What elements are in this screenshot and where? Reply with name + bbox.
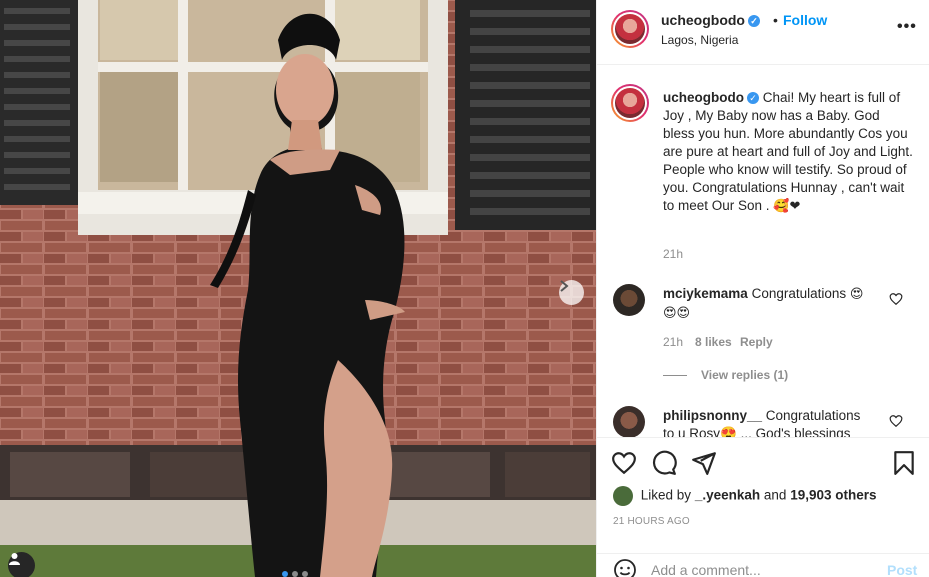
post-comment-button[interactable]: Post [887, 562, 917, 577]
comment-time[interactable]: 21h [663, 335, 683, 349]
post-actions: Liked by _.yeenkah and 19,903 others 21 … [597, 437, 929, 577]
author-avatar[interactable] [611, 10, 649, 48]
comment-icon[interactable] [651, 450, 677, 476]
liked-by-prefix: Liked by [640, 487, 692, 503]
reply-button[interactable]: Reply [740, 335, 773, 349]
commenter-avatar[interactable] [613, 284, 645, 316]
comment-emojis-line2: 😍😍 [663, 306, 691, 321]
heart-icon[interactable] [611, 450, 637, 476]
liker-avatar[interactable] [613, 486, 633, 506]
author-username[interactable]: ucheogbodo ✓ [661, 12, 760, 28]
verified-icon: ✓ [748, 15, 760, 28]
comment-likes[interactable]: 8 likes [695, 335, 732, 349]
tagged-users-button[interactable] [8, 552, 35, 577]
carousel-dot [282, 571, 288, 577]
smile-icon[interactable] [613, 558, 637, 577]
comment-emojis: 😍 [849, 287, 864, 302]
view-replies-line [663, 375, 687, 377]
caption-username[interactable]: ucheogbodo [663, 90, 744, 105]
caption-text: Chai! My heart is full of Joy , My Baby … [663, 90, 913, 213]
view-replies-button[interactable]: View replies (1) [663, 368, 788, 382]
liked-by-user[interactable]: _.yeenkah [695, 488, 760, 503]
comment-text: Congratulations [765, 408, 861, 423]
header-separator: • [773, 12, 778, 28]
carousel-dot [292, 571, 298, 577]
follow-button[interactable]: Follow [783, 12, 827, 28]
comment-username[interactable]: philipsnonny__ [663, 408, 762, 423]
next-photo-button[interactable] [559, 280, 584, 305]
caption-time[interactable]: 21h [663, 247, 683, 261]
post-header: ucheogbodo ✓ • Follow Lagos, Nigeria ••• [597, 0, 929, 65]
comment-username[interactable]: mciykemama [663, 286, 748, 301]
post-side-panel: ucheogbodo ✓ • Follow Lagos, Nigeria ••• … [596, 0, 929, 577]
commenter-avatar[interactable] [613, 406, 645, 437]
view-replies-text[interactable]: View replies (1) [701, 368, 788, 382]
comment-text-line2: to u Rosy😍 ... God's blessings [663, 426, 851, 437]
chevron-right-icon [560, 280, 569, 292]
caption: ucheogbodo ✓ Chai! My heart is full of Jo… [663, 89, 913, 216]
caption-avatar[interactable] [611, 84, 649, 122]
comment: mciykemama Congratulations 😍 😍😍 [663, 285, 893, 323]
photo-illustration [0, 0, 596, 577]
liked-by: Liked by _.yeenkah and 19,903 others [613, 486, 877, 506]
author-username-text[interactable]: ucheogbodo [661, 12, 745, 28]
add-comment-bar: Post [597, 553, 929, 577]
comment-like-heart-icon[interactable] [889, 292, 903, 306]
comments-section: ucheogbodo ✓ Chai! My heart is full of Jo… [597, 66, 929, 437]
more-options-button[interactable]: ••• [897, 18, 917, 36]
share-icon[interactable] [691, 450, 717, 476]
bookmark-icon[interactable] [891, 450, 917, 476]
verified-icon: ✓ [747, 92, 759, 105]
comment-likes-text[interactable]: 8 likes [695, 335, 732, 349]
reply-button-text[interactable]: Reply [740, 335, 773, 349]
likes-count[interactable]: 19,903 others [790, 488, 876, 503]
comment: philipsnonny__ Congratulations to u Rosy… [663, 407, 893, 437]
liked-by-mid: and [763, 487, 787, 503]
post-photo[interactable] [0, 0, 596, 577]
comment-like-heart-icon[interactable] [889, 414, 903, 428]
carousel-dot [302, 571, 308, 577]
add-comment-input[interactable] [651, 560, 871, 577]
post-timestamp[interactable]: 21 HOURS AGO [613, 516, 690, 527]
caption-emojis: 🥰❤ [773, 199, 801, 214]
comment-text: Congratulations [751, 286, 847, 301]
carousel-indicator [282, 571, 308, 577]
user-tag-icon [9, 553, 20, 565]
post-location[interactable]: Lagos, Nigeria [661, 33, 738, 47]
